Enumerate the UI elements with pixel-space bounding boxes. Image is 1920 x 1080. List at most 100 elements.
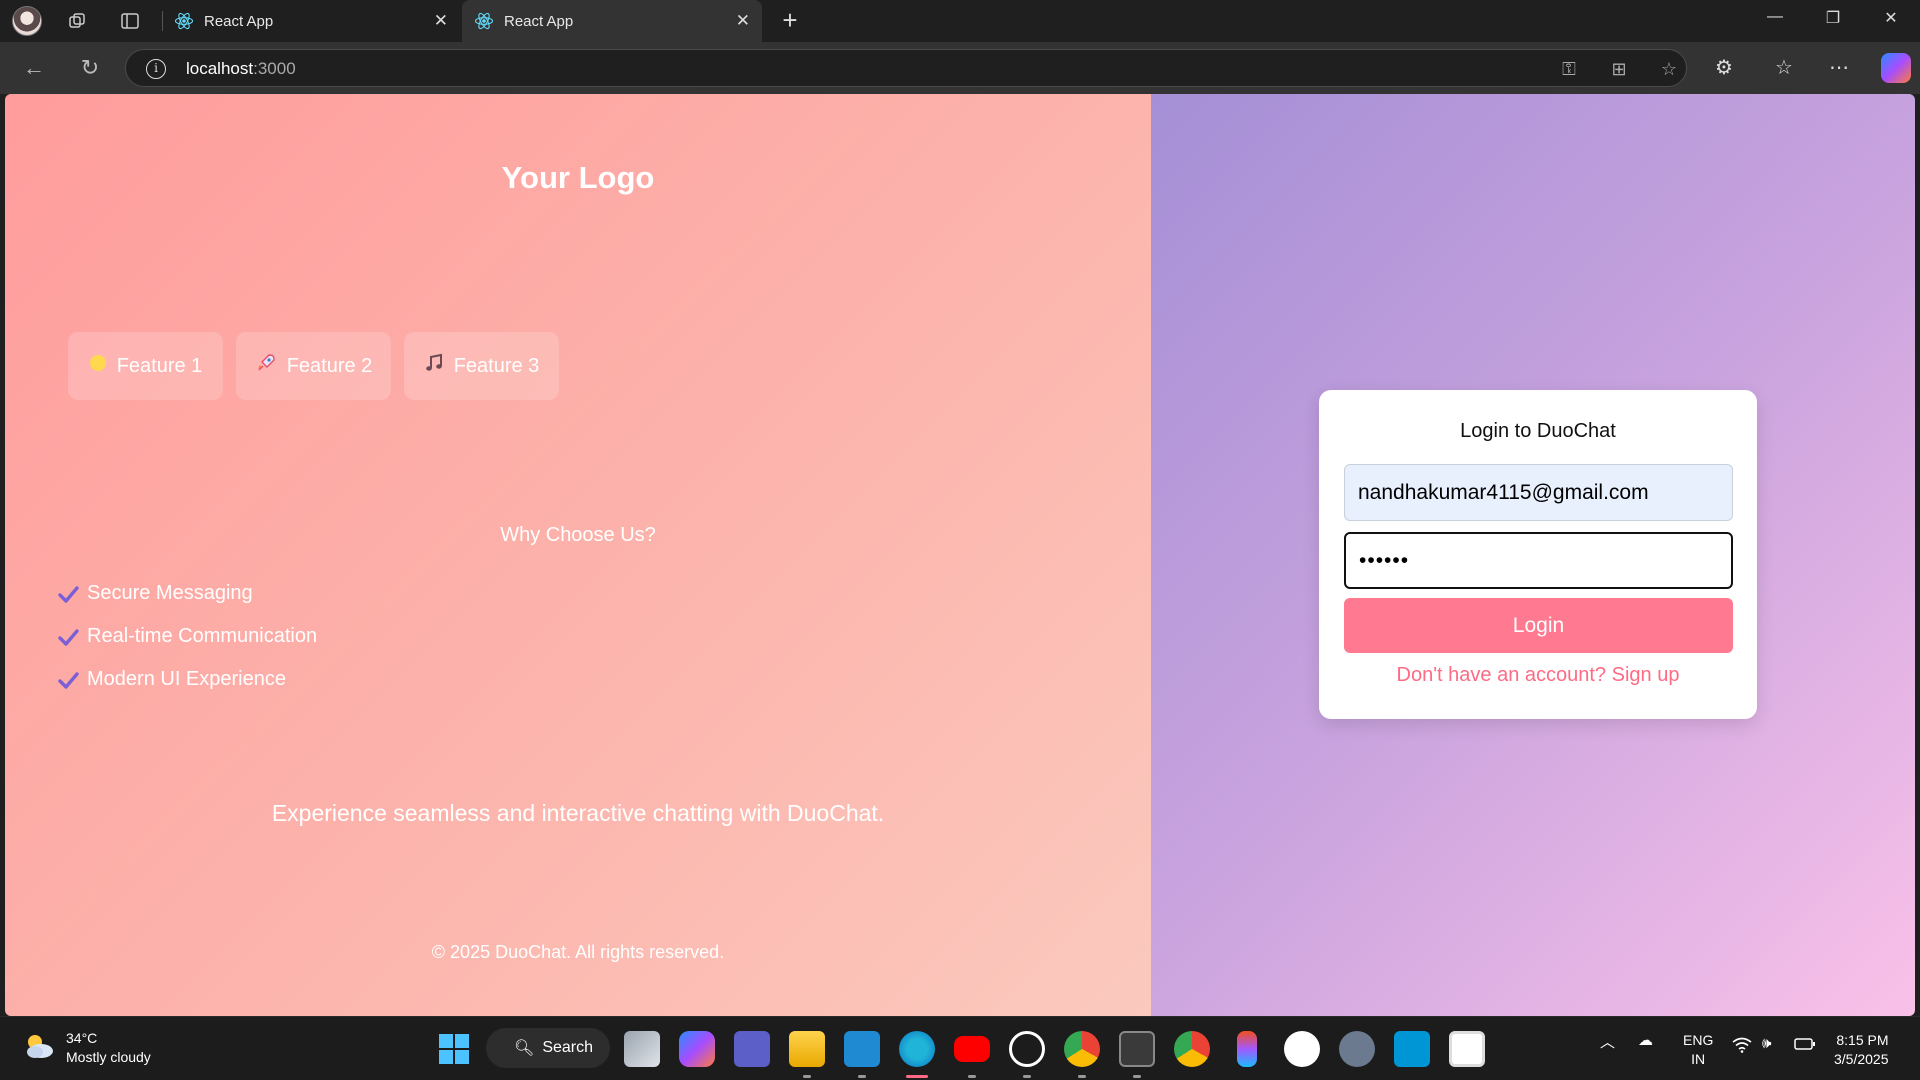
- workspaces-icon[interactable]: [64, 7, 92, 35]
- password-field[interactable]: [1344, 532, 1733, 589]
- login-title: Login to DuoChat: [1460, 420, 1616, 442]
- url-host: localhost: [186, 59, 254, 78]
- running-indicator: [1133, 1075, 1141, 1078]
- feature-label: Feature 2: [286, 354, 373, 377]
- windows-taskbar: 34°C Mostly cloudy 🔍︎ Search ︿ ☁ ENG IN …: [0, 1016, 1920, 1080]
- close-tab-icon[interactable]: ✕: [736, 11, 750, 31]
- hero-panel: Your Logo Feature 1 Feature 2 Feature 3: [5, 94, 1151, 1016]
- task-view-icon[interactable]: [624, 1031, 660, 1067]
- more-menu-icon[interactable]: ⋯: [1825, 54, 1853, 82]
- why-choose-us-title: Why Choose Us?: [500, 524, 656, 546]
- favorites-icon[interactable]: ☆: [1770, 54, 1798, 82]
- figma-icon[interactable]: [1237, 1031, 1257, 1067]
- running-indicator: [1023, 1075, 1031, 1078]
- address-toolbar: ← ↻ i localhost:3000 ⚿ ⊞ ☆ ⚙ ☆ ⋯: [0, 42, 1920, 94]
- search-label: Search: [542, 1039, 594, 1056]
- tab-title: React App: [504, 12, 574, 30]
- feature-card-1[interactable]: Feature 1: [68, 332, 223, 400]
- refresh-icon[interactable]: ↻: [76, 54, 104, 82]
- copilot-icon[interactable]: [1881, 53, 1911, 83]
- running-indicator: [803, 1075, 811, 1078]
- close-tab-icon[interactable]: ✕: [434, 11, 448, 31]
- copyright-footer: © 2025 DuoChat. All rights reserved.: [431, 942, 725, 962]
- benefits-list: Secure Messaging Real-time Communication…: [57, 572, 317, 701]
- site-info-icon[interactable]: i: [146, 59, 166, 79]
- address-bar[interactable]: i localhost:3000 ⚿ ⊞ ☆: [125, 49, 1687, 87]
- search-icon: 🔍︎: [514, 1040, 535, 1057]
- logo-text: Your Logo: [501, 160, 655, 195]
- minimize-icon[interactable]: —: [1760, 8, 1790, 26]
- tab-react-app-2[interactable]: React App ✕: [462, 0, 762, 42]
- tab-react-app-1[interactable]: React App ✕: [162, 0, 460, 42]
- chrome-icon[interactable]: [1064, 1031, 1100, 1067]
- list-item: Secure Messaging: [57, 572, 317, 615]
- feature-label: Feature 3: [453, 354, 540, 377]
- email-field[interactable]: [1344, 464, 1733, 521]
- close-window-icon[interactable]: ✕: [1876, 8, 1906, 28]
- music-note-icon: [424, 353, 444, 379]
- system-clock[interactable]: 8:15 PM 3/5/2025: [1834, 1031, 1889, 1069]
- favorite-star-icon[interactable]: ☆: [1658, 58, 1680, 80]
- login-panel: Login to DuoChat Login Don't have an acc…: [1151, 94, 1915, 1016]
- region-code: IN: [1691, 1051, 1706, 1067]
- edge-icon[interactable]: [899, 1031, 935, 1067]
- onedrive-cloud-icon[interactable]: ☁: [1638, 1031, 1653, 1049]
- terminal-icon[interactable]: [1119, 1031, 1155, 1067]
- cloudy-weather-icon: [27, 1035, 53, 1058]
- wifi-icon[interactable]: [1732, 1037, 1752, 1057]
- microsoft-store-icon[interactable]: [1449, 1031, 1485, 1067]
- benefit-text: Real-time Communication: [87, 625, 318, 647]
- key-icon[interactable]: ⚿: [1558, 58, 1580, 80]
- tagline: Experience seamless and interactive chat…: [271, 800, 885, 826]
- checkmark-icon: [58, 585, 79, 603]
- app-available-icon[interactable]: ⊞: [1608, 58, 1630, 80]
- taskbar-search[interactable]: 🔍︎ Search: [486, 1028, 610, 1068]
- benefit-text: Secure Messaging: [87, 582, 253, 604]
- url-text: localhost:3000: [186, 59, 296, 79]
- weather-condition: Mostly cloudy: [66, 1049, 151, 1065]
- teams-icon[interactable]: [734, 1031, 770, 1067]
- list-item: Modern UI Experience: [57, 658, 317, 701]
- running-indicator: [968, 1075, 976, 1078]
- signup-link[interactable]: Don't have an account? Sign up: [1319, 664, 1757, 687]
- login-button[interactable]: Login: [1344, 598, 1733, 653]
- language-indicator[interactable]: ENG IN: [1683, 1031, 1713, 1069]
- vscode-icon[interactable]: [844, 1031, 880, 1067]
- rocket-icon: [255, 352, 277, 380]
- youtube-icon[interactable]: [954, 1036, 990, 1062]
- running-indicator: [1078, 1075, 1086, 1078]
- language-code: ENG: [1683, 1032, 1714, 1048]
- start-windows-icon[interactable]: [436, 1031, 472, 1067]
- react-icon: [174, 12, 194, 30]
- feature-list: Feature 1 Feature 2 Feature 3: [68, 332, 559, 400]
- vertical-tabs-icon[interactable]: [116, 7, 144, 35]
- chrome-profile-icon[interactable]: [1174, 1031, 1210, 1067]
- chatgpt-icon[interactable]: [1009, 1031, 1045, 1067]
- react-icon: [474, 12, 494, 30]
- profile-avatar[interactable]: [12, 6, 42, 36]
- page-viewport: Your Logo Feature 1 Feature 2 Feature 3: [5, 94, 1915, 1016]
- browser-tab-bar: React App ✕ React App ✕ + — ❐ ✕: [0, 0, 1920, 42]
- checkmark-icon: [58, 671, 79, 689]
- extensions-icon[interactable]: ⚙: [1710, 54, 1738, 82]
- list-item: Real-time Communication: [57, 615, 317, 658]
- feature-card-2[interactable]: Feature 2: [236, 332, 391, 400]
- battery-icon[interactable]: [1794, 1037, 1816, 1055]
- google-icon[interactable]: [1284, 1031, 1320, 1067]
- myhp-icon[interactable]: [1394, 1031, 1430, 1067]
- settings-gear-icon[interactable]: [1339, 1031, 1375, 1067]
- copilot-app-icon[interactable]: [679, 1031, 715, 1067]
- show-hidden-icons-chevron[interactable]: ︿: [1600, 1031, 1615, 1052]
- new-tab-button[interactable]: +: [776, 7, 804, 35]
- file-explorer-icon[interactable]: [789, 1031, 825, 1067]
- weather-widget[interactable]: 34°C Mostly cloudy: [22, 1029, 151, 1067]
- weather-temp: 34°C: [66, 1030, 98, 1046]
- restore-icon[interactable]: ❐: [1818, 8, 1848, 28]
- benefit-text: Modern UI Experience: [87, 668, 286, 690]
- feature-card-3[interactable]: Feature 3: [404, 332, 559, 400]
- clock-time: 8:15 PM: [1836, 1032, 1889, 1048]
- back-icon[interactable]: ←: [20, 54, 48, 82]
- sun-icon: [89, 354, 107, 378]
- volume-icon[interactable]: 🕪︎: [1762, 1035, 1771, 1052]
- clock-date: 3/5/2025: [1834, 1051, 1889, 1067]
